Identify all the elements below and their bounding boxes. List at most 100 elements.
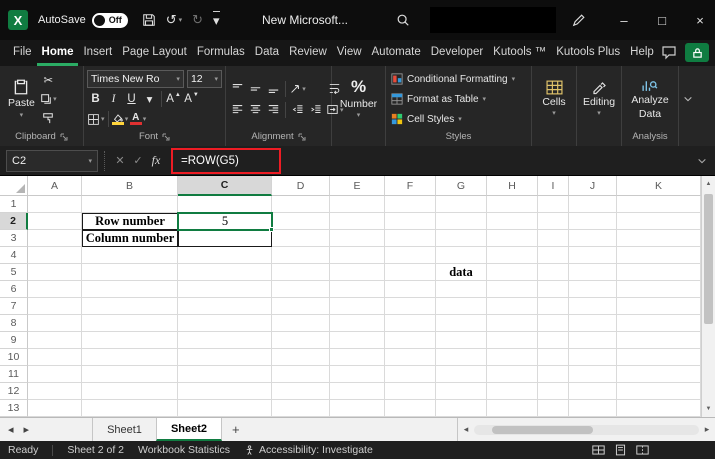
format-as-table-button[interactable]: Format as Table ▾ bbox=[391, 90, 486, 109]
fill-handle[interactable] bbox=[269, 227, 274, 232]
menu-tab-insert[interactable]: Insert bbox=[78, 40, 117, 66]
cell-H1[interactable] bbox=[487, 196, 538, 213]
menu-tab-formulas[interactable]: Formulas bbox=[192, 40, 250, 66]
sheet-nav-left-icon[interactable]: ◂ bbox=[8, 423, 14, 436]
scroll-up-arrow[interactable]: ▲ bbox=[702, 176, 715, 192]
cell-H7[interactable] bbox=[487, 298, 538, 315]
editing-button[interactable]: Editing ▾ bbox=[578, 78, 620, 120]
cell-I2[interactable] bbox=[538, 213, 569, 230]
cell-K10[interactable] bbox=[617, 349, 701, 366]
cell-I10[interactable] bbox=[538, 349, 569, 366]
align-center-button[interactable] bbox=[247, 101, 264, 119]
row-header-2[interactable]: 2 bbox=[0, 213, 28, 230]
fill-color-chevron-icon[interactable]: ▾ bbox=[125, 115, 129, 123]
underline-chevron-icon[interactable]: ▾ bbox=[141, 90, 158, 108]
customize-toolbar-button[interactable]: ▾ bbox=[213, 11, 220, 29]
cell-G8[interactable] bbox=[436, 315, 487, 332]
cell-B9[interactable] bbox=[82, 332, 178, 349]
align-middle-button[interactable] bbox=[247, 80, 264, 98]
cell-I3[interactable] bbox=[538, 230, 569, 247]
font-dialog-launcher[interactable] bbox=[162, 133, 170, 141]
column-header-E[interactable]: E bbox=[330, 176, 385, 196]
sheet-nav-right-icon[interactable]: ▸ bbox=[24, 423, 30, 436]
cell-D12[interactable] bbox=[272, 383, 330, 400]
cell-H13[interactable] bbox=[487, 400, 538, 417]
cell-A2[interactable] bbox=[28, 213, 82, 230]
cell-D1[interactable] bbox=[272, 196, 330, 213]
cell-F11[interactable] bbox=[385, 366, 436, 383]
menu-tab-home[interactable]: Home bbox=[36, 40, 79, 66]
cell-B10[interactable] bbox=[82, 349, 178, 366]
row-header-12[interactable]: 12 bbox=[0, 383, 28, 400]
cell-G11[interactable] bbox=[436, 366, 487, 383]
cell-D13[interactable] bbox=[272, 400, 330, 417]
menu-tab-file[interactable]: File bbox=[8, 40, 37, 66]
cell-G1[interactable] bbox=[436, 196, 487, 213]
cell-E13[interactable] bbox=[330, 400, 385, 417]
copy-button[interactable]: ▾ bbox=[40, 90, 57, 108]
column-header-D[interactable]: D bbox=[272, 176, 330, 196]
cell-D3[interactable] bbox=[272, 230, 330, 247]
cell-B7[interactable] bbox=[82, 298, 178, 315]
cell-C12[interactable] bbox=[178, 383, 272, 400]
normal-view-button[interactable] bbox=[592, 444, 605, 456]
cell-I7[interactable] bbox=[538, 298, 569, 315]
cell-I5[interactable] bbox=[538, 264, 569, 281]
cell-F3[interactable] bbox=[385, 230, 436, 247]
cell-A6[interactable] bbox=[28, 281, 82, 298]
menu-tab-developer[interactable]: Developer bbox=[426, 40, 488, 66]
cell-E8[interactable] bbox=[330, 315, 385, 332]
cell-C6[interactable] bbox=[178, 281, 272, 298]
cell-B13[interactable] bbox=[82, 400, 178, 417]
cell-K2[interactable] bbox=[617, 213, 701, 230]
menu-tab-review[interactable]: Review bbox=[284, 40, 332, 66]
cell-F12[interactable] bbox=[385, 383, 436, 400]
cell-A4[interactable] bbox=[28, 247, 82, 264]
cell-E1[interactable] bbox=[330, 196, 385, 213]
cell-C8[interactable] bbox=[178, 315, 272, 332]
cell-I1[interactable] bbox=[538, 196, 569, 213]
draw-button[interactable] bbox=[572, 13, 586, 27]
column-header-J[interactable]: J bbox=[569, 176, 617, 196]
row-header-8[interactable]: 8 bbox=[0, 315, 28, 332]
paste-button[interactable]: Paste ▾ bbox=[3, 76, 40, 121]
increase-font-button[interactable]: A ▲ bbox=[165, 90, 182, 108]
insert-function-button[interactable]: fx bbox=[147, 153, 165, 168]
cell-F1[interactable] bbox=[385, 196, 436, 213]
cell-H2[interactable] bbox=[487, 213, 538, 230]
cell-H11[interactable] bbox=[487, 366, 538, 383]
comments-button[interactable] bbox=[661, 45, 677, 60]
cell-J4[interactable] bbox=[569, 247, 617, 264]
cell-I8[interactable] bbox=[538, 315, 569, 332]
cell-H8[interactable] bbox=[487, 315, 538, 332]
cell-F6[interactable] bbox=[385, 281, 436, 298]
row-header-6[interactable]: 6 bbox=[0, 281, 28, 298]
cell-J6[interactable] bbox=[569, 281, 617, 298]
close-button[interactable]: × bbox=[691, 13, 709, 28]
cell-F7[interactable] bbox=[385, 298, 436, 315]
menu-tab-kutools-plus[interactable]: Kutools Plus bbox=[551, 40, 625, 66]
font-name-combo[interactable]: Times New Ro ▾ bbox=[87, 70, 184, 88]
menu-tab-automate[interactable]: Automate bbox=[367, 40, 426, 66]
format-painter-button[interactable] bbox=[40, 109, 57, 127]
cell-B12[interactable] bbox=[82, 383, 178, 400]
cell-D10[interactable] bbox=[272, 349, 330, 366]
cell-H5[interactable] bbox=[487, 264, 538, 281]
align-left-button[interactable] bbox=[229, 101, 246, 119]
cell-G4[interactable] bbox=[436, 247, 487, 264]
cell-F13[interactable] bbox=[385, 400, 436, 417]
cell-D6[interactable] bbox=[272, 281, 330, 298]
undo-chevron-icon[interactable]: ▾ bbox=[179, 16, 183, 24]
cell-H3[interactable] bbox=[487, 230, 538, 247]
cell-D5[interactable] bbox=[272, 264, 330, 281]
align-right-button[interactable] bbox=[265, 101, 282, 119]
cell-C4[interactable] bbox=[178, 247, 272, 264]
vertical-scroll-track[interactable] bbox=[702, 192, 715, 401]
select-all-button[interactable] bbox=[0, 176, 28, 196]
conditional-formatting-button[interactable]: Conditional Formatting ▾ bbox=[391, 70, 515, 89]
cell-K7[interactable] bbox=[617, 298, 701, 315]
cell-styles-button[interactable]: Cell Styles ▾ bbox=[391, 110, 462, 129]
cell-I6[interactable] bbox=[538, 281, 569, 298]
cell-K9[interactable] bbox=[617, 332, 701, 349]
autosave-toggle[interactable]: Off bbox=[91, 12, 128, 28]
